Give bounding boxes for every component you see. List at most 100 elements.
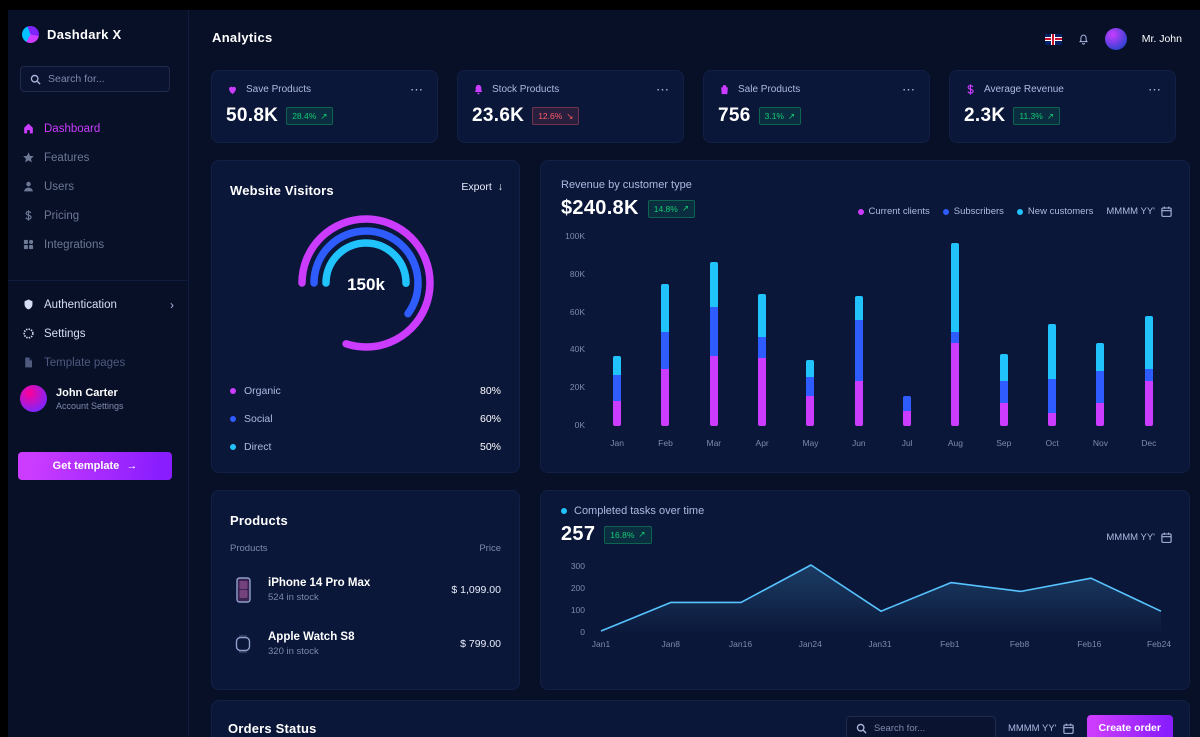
product-price: $ 1,099.00 [451, 584, 501, 596]
more-options-icon[interactable]: ⋯ [1148, 86, 1161, 94]
bar-segment [710, 262, 718, 307]
revenue-legend-new-customers: New customers [1017, 206, 1093, 217]
bar-segment [951, 243, 959, 332]
kpi-delta-badge: 28.4%↗ [286, 107, 333, 125]
tasks-total: 257 [561, 523, 595, 546]
kpi-delta-value: 3.1% [765, 111, 784, 121]
sidebar-profile[interactable]: John Carter Account Settings [20, 385, 124, 412]
orders-search[interactable] [846, 716, 996, 737]
arrow-right-icon: → [126, 460, 137, 472]
tasks-title-row: Completed tasks over time [561, 505, 704, 517]
sidebar-search[interactable] [20, 66, 170, 92]
kpi-value: 50.8K [226, 105, 278, 127]
sidebar-item-template-pages[interactable]: Template pages [20, 348, 176, 377]
kpi-value: 2.3K [964, 105, 1005, 127]
revenue-legend-current-clients: Current clients [858, 206, 930, 217]
bar-segment [806, 377, 814, 396]
notifications-bell-icon[interactable] [1077, 33, 1090, 46]
y-tick-label: 80K [570, 269, 585, 279]
bar-stack [758, 294, 766, 426]
x-tick-label: Feb1 [940, 639, 959, 649]
star-icon [22, 151, 35, 164]
user-icon [22, 180, 35, 193]
tasks-bullet-icon [561, 508, 567, 514]
kpi-label: Stock Products [492, 84, 559, 95]
y-tick-label: 300 [571, 561, 585, 571]
revenue-date-picker[interactable]: MMMM YY' [1106, 205, 1173, 218]
tasks-title: Completed tasks over time [574, 505, 704, 517]
product-row[interactable]: Apple Watch S8320 in stock$ 799.00 [230, 617, 501, 671]
legend-value: 80% [480, 385, 501, 397]
legend-dot-icon [230, 388, 236, 394]
revenue-bar-chart [593, 239, 1173, 426]
kpi-value-row: 50.8K 28.4%↗ [226, 105, 423, 127]
x-tick-label: May [786, 438, 834, 448]
tasks-x-axis: Jan1Jan8Jan16Jan24Jan31Feb1Feb8Feb16Feb2… [593, 639, 1167, 651]
product-row[interactable]: iPhone 14 Pro Max524 in stock$ 1,099.00 [230, 563, 501, 617]
sidebar-item-users[interactable]: Users [20, 172, 176, 201]
more-options-icon[interactable]: ⋯ [410, 86, 423, 94]
create-order-button[interactable]: Create order [1087, 715, 1173, 737]
sidebar-item-features[interactable]: Features [20, 143, 176, 172]
sidebar-item-label: Template pages [44, 357, 125, 369]
orders-search-input[interactable] [874, 723, 987, 734]
sidebar-secondary-nav: Authentication›Settings Template pages [20, 290, 176, 377]
bar-segment [806, 360, 814, 377]
x-tick-label: Apr [738, 438, 786, 448]
sidebar-item-authentication[interactable]: Authentication› [20, 290, 176, 319]
user-name: Mr. John [1142, 33, 1182, 45]
sidebar-item-pricing[interactable]: Pricing [20, 201, 176, 230]
bar-stack [951, 243, 959, 426]
user-avatar[interactable] [1105, 28, 1127, 50]
gear-icon [22, 327, 35, 340]
kpi-label: Average Revenue [984, 84, 1064, 95]
y-tick-label: 0K [575, 420, 585, 430]
bar-segment [806, 396, 814, 426]
tasks-date-picker[interactable]: MMMM YY' [1106, 531, 1173, 544]
x-tick-label: Jan24 [799, 639, 822, 649]
more-options-icon[interactable]: ⋯ [656, 86, 669, 94]
orders-date-picker[interactable]: MMMM YY' [1008, 722, 1075, 735]
sidebar-item-dashboard[interactable]: Dashboard [20, 114, 176, 143]
x-tick-label: Jan8 [662, 639, 680, 649]
watch-icon [230, 625, 256, 663]
bar-segment [661, 369, 669, 426]
revenue-total: $240.8K [561, 197, 639, 220]
language-flag-icon[interactable] [1045, 34, 1062, 45]
sidebar-item-integrations[interactable]: Integrations [20, 230, 176, 259]
x-tick-label: Feb24 [1147, 639, 1171, 649]
revenue-y-axis: 0K20K40K60K80K100K [553, 239, 585, 426]
bar-segment [1000, 403, 1008, 426]
sidebar-item-settings[interactable]: Settings [20, 319, 176, 348]
kpi-card-save-products: Save Products⋯50.8K28.4%↗ [211, 70, 438, 143]
kpi-delta-value: 11.3% [1019, 111, 1042, 121]
sidebar-search-input[interactable] [48, 73, 161, 85]
visitors-donut-chart: 150k [286, 203, 446, 363]
x-tick-label: Jan1 [592, 639, 610, 649]
y-tick-label: 20K [570, 382, 585, 392]
revenue-card: Revenue by customer type $240.8K 14.8% ↗… [540, 160, 1190, 473]
sidebar-item-label: Users [44, 181, 74, 193]
product-info: Apple Watch S8320 in stock [268, 631, 354, 657]
app-logo[interactable]: Dashdark X [22, 26, 122, 43]
export-button[interactable]: Export ↓ [461, 181, 503, 193]
kpi-card-average-revenue: Average Revenue⋯2.3K11.3%↗ [949, 70, 1176, 143]
legend-dot-icon [858, 209, 864, 215]
trend-up-icon: ↗ [788, 111, 795, 122]
bar-jun [835, 239, 883, 426]
bar-mar [690, 239, 738, 426]
legend-item-organic: Organic80% [230, 377, 501, 405]
bar-jul [883, 239, 931, 426]
search-icon [29, 73, 42, 86]
tasks-date-label: MMMM YY' [1106, 532, 1155, 543]
bar-segment [758, 358, 766, 426]
bar-aug [931, 239, 979, 426]
get-template-button[interactable]: Get template → [18, 452, 172, 480]
products-column-header: Products [230, 543, 268, 554]
kpi-card-stock-products: Stock Products⋯23.6K12.6%↘ [457, 70, 684, 143]
more-options-icon[interactable]: ⋯ [902, 86, 915, 94]
kpi-card-sale-products: Sale Products⋯7563.1%↗ [703, 70, 930, 143]
bar-may [786, 239, 834, 426]
bar-segment [1145, 369, 1153, 380]
y-tick-label: 100K [565, 231, 585, 241]
